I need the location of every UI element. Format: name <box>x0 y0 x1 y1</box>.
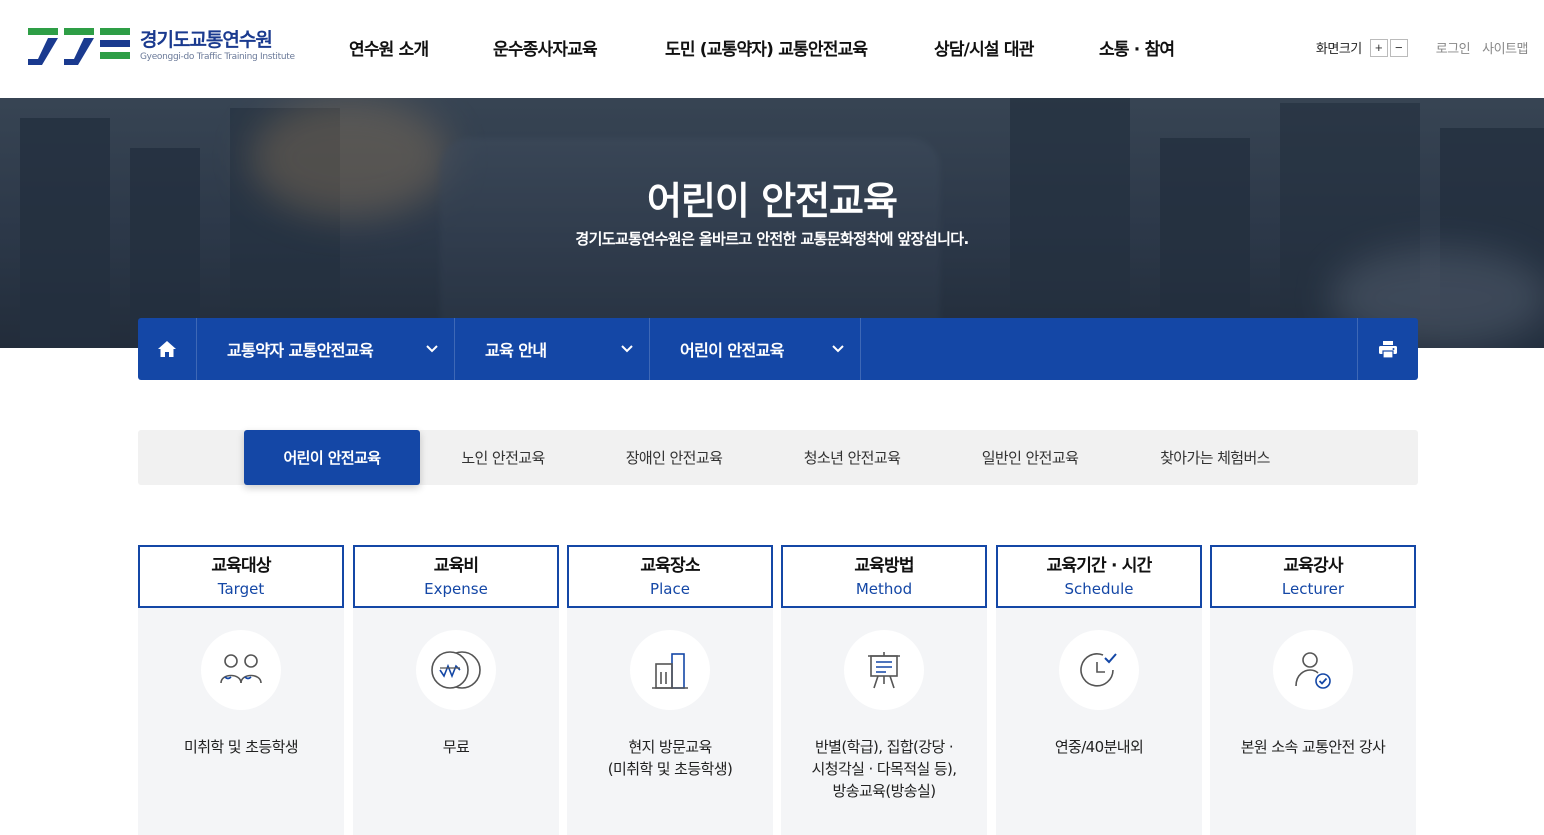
card-description: 본원 소속 교통안전 강사 <box>1240 738 1386 756</box>
nav-item-communication[interactable]: 소통 · 참여 <box>1099 35 1175 60</box>
info-card-method: 교육방법 Method 반별(학급), 집합(강당 · 시청각실 · 다목적실 … <box>781 545 987 835</box>
sitemap-link[interactable]: 사이트맵 <box>1482 38 1528 57</box>
chevron-down-icon <box>426 345 438 353</box>
education-tabs: 어린이 안전교육 노인 안전교육 장애인 안전교육 청소년 안전교육 일반인 안… <box>138 430 1418 485</box>
page-subtitle: 경기도교통연수원은 올바르고 안전한 교통문화정착에 앞장섭니다. <box>575 230 969 248</box>
card-description: 연중/40분내외 <box>1054 738 1144 756</box>
card-title-en: Expense <box>424 580 488 598</box>
clock-check-icon <box>1080 653 1117 687</box>
person-check-icon <box>1295 652 1331 689</box>
breadcrumb-dropdown-page[interactable]: 어린이 안전교육 <box>650 318 861 380</box>
card-title: 교육장소 <box>640 556 700 576</box>
nav-item-driver-education[interactable]: 운수종사자교육 <box>493 35 598 60</box>
site-logo[interactable]: 경기도교통연수원 Gyeonggi-do Traffic Training In… <box>28 26 295 66</box>
tab-elderly-safety[interactable]: 노인 안전교육 <box>438 430 568 485</box>
info-card-expense: 교육비 Expense 무료 <box>353 545 559 835</box>
card-title: 교육강사 <box>1283 556 1343 576</box>
site-header: 경기도교통연수원 Gyeonggi-do Traffic Training In… <box>0 0 1544 98</box>
building-icon <box>652 653 688 689</box>
education-info-cards: 교육대상 Target 미취학 및 초등학생 교육비 Expense 무료 교육… <box>138 545 1418 835</box>
info-card-lecturer: 교육강사 Lecturer 본원 소속 교통안전 강사 <box>1210 545 1416 835</box>
login-link[interactable]: 로그인 <box>1436 38 1471 57</box>
coin-icon <box>431 651 481 689</box>
home-button[interactable] <box>138 318 197 380</box>
card-title-en: Method <box>855 580 913 598</box>
logo-name-en: Gyeonggi-do Traffic Training Institute <box>140 52 295 62</box>
card-description: 반별(학급), 집합(강당 · 시청각실 · 다목적실 등), 방송교육(방송실… <box>811 738 958 800</box>
card-title: 교육비 <box>433 556 479 576</box>
chevron-down-icon <box>621 345 633 353</box>
info-card-target: 교육대상 Target 미취학 및 초등학생 <box>138 545 344 835</box>
tab-children-safety[interactable]: 어린이 안전교육 <box>244 430 420 485</box>
breadcrumb: 교통약자 교통안전교육 교육 안내 어린이 안전교육 <box>138 318 1418 380</box>
font-size-increase-button[interactable]: + <box>1369 38 1388 57</box>
breadcrumb-dropdown-section[interactable]: 교육 안내 <box>455 318 650 380</box>
page-title: 어린이 안전교육 <box>647 179 898 223</box>
info-card-schedule: 교육기간 · 시간 Schedule 연중/40분내외 <box>996 545 1202 835</box>
logo-name-ko: 경기도교통연수원 <box>140 29 273 51</box>
utility-menu: 화면크기 + − 로그인 사이트맵 <box>1316 38 1528 57</box>
hero-banner: 어린이 안전교육 경기도교통연수원은 올바르고 안전한 교통문화정착에 앞장섭니… <box>0 98 1544 348</box>
breadcrumb-label: 교육 안내 <box>485 341 547 360</box>
chevron-down-icon <box>832 345 844 353</box>
tab-youth-safety[interactable]: 청소년 안전교육 <box>784 430 920 485</box>
card-description: 현지 방문교육 (미취학 및 초등학생) <box>607 738 733 778</box>
card-title: 교육기간 · 시간 <box>1046 556 1153 576</box>
nav-item-consulting-rental[interactable]: 상담/시설 대관 <box>934 35 1034 60</box>
font-size-decrease-button[interactable]: − <box>1389 38 1408 57</box>
card-title-en: Target <box>217 580 265 598</box>
breadcrumb-dropdown-category[interactable]: 교통약자 교통안전교육 <box>197 318 455 380</box>
card-title-en: Schedule <box>1064 580 1134 598</box>
info-card-place: 교육장소 Place 현지 방문교육 (미취학 및 초등학생) <box>567 545 773 835</box>
card-description: 미취학 및 초등학생 <box>184 738 299 756</box>
tab-experience-bus[interactable]: 찾아가는 체험버스 <box>1140 430 1290 485</box>
font-size-label: 화면크기 <box>1315 42 1362 57</box>
nav-item-citizen-safety-education[interactable]: 도민 (교통약자) 교통안전교육 <box>665 35 868 60</box>
print-button[interactable] <box>1357 318 1418 380</box>
tab-general-safety[interactable]: 일반인 안전교육 <box>962 430 1098 485</box>
card-title: 교육방법 <box>854 556 914 576</box>
card-title-en: Place <box>650 580 690 598</box>
card-title: 교육대상 <box>211 556 271 576</box>
tab-disabled-safety[interactable]: 장애인 안전교육 <box>606 430 742 485</box>
nav-item-about[interactable]: 연수원 소개 <box>349 35 429 60</box>
printer-icon <box>1379 340 1397 358</box>
card-description: 무료 <box>442 738 470 756</box>
breadcrumb-label: 교통약자 교통안전교육 <box>227 341 374 360</box>
card-title-en: Lecturer <box>1281 580 1345 598</box>
presentation-board-icon <box>868 652 900 689</box>
logo-mark-icon <box>28 28 130 65</box>
home-icon <box>158 341 176 357</box>
breadcrumb-label: 어린이 안전교육 <box>680 341 784 360</box>
people-icon <box>220 654 262 684</box>
